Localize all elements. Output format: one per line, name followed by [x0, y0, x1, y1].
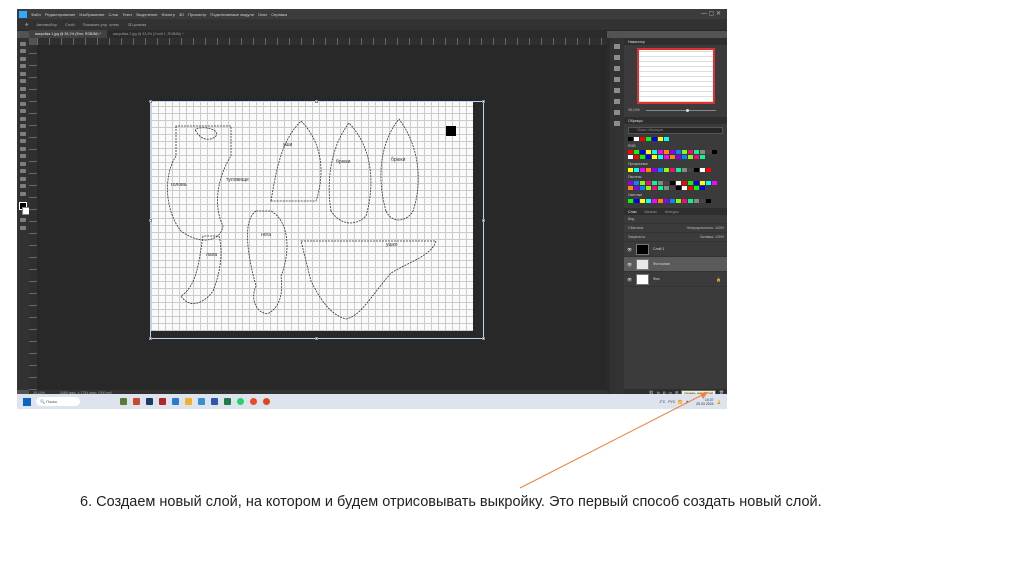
pointer-arrow [519, 391, 709, 489]
arrow-line [519, 391, 709, 489]
instruction-caption: 6. Создаем новый слой, на котором и буде… [80, 494, 822, 510]
